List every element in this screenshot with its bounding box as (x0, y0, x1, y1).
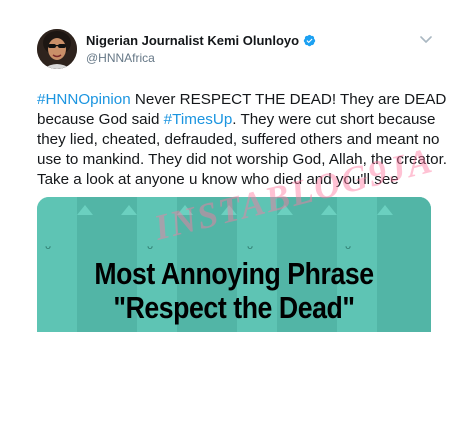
page: Nigerian Journalist Kemi Olunloyo @HNNAf… (0, 0, 469, 427)
author-name[interactable]: Nigerian Journalist Kemi Olunloyo (86, 33, 299, 48)
tweet-text-segment: Never RESPECT THE DEAD! They are DEAD (130, 91, 447, 108)
svg-text:ᴗ: ᴗ (147, 241, 153, 252)
svg-text:ᴗ: ᴗ (345, 241, 351, 252)
svg-text:ᴗ: ᴗ (247, 241, 253, 252)
tweet-text-segment: they lied, cheated, defrauded, suffered … (37, 131, 440, 148)
avatar-photo (37, 29, 77, 69)
media-title-line2: "Respect the Dead" (113, 290, 355, 325)
tweet-text-segment: use to mankind. They did not worship God… (37, 151, 448, 168)
tweet-text: #HNNOpinion Never RESPECT THE DEAD! They… (37, 90, 447, 190)
hashtag-link[interactable]: #HNNOpinion (37, 91, 131, 108)
tweet-text-line: Take a look at anyone u know who died an… (37, 170, 442, 190)
tweet-text-line: #HNNOpinion Never RESPECT THE DEAD! They… (37, 90, 446, 110)
hashtag-link[interactable]: #TimesUp (164, 111, 233, 128)
tweet-text-segment: Take a look at anyone u know who died an… (37, 171, 399, 188)
tweet-text-segment: because God said (37, 111, 164, 128)
tweet-media-image[interactable]: ᴗ ᴗ ᴗ ᴗ Most Annoying Phrase "Respect th… (37, 197, 431, 332)
author-handle[interactable]: @HNNAfrica (86, 51, 155, 65)
tweet-text-line: because God said #TimesUp. They were cut… (37, 110, 442, 130)
media-title-line1: Most Annoying Phrase (94, 256, 374, 291)
tweet-text-line: they lied, cheated, defrauded, suffered … (37, 130, 442, 150)
author-name-row[interactable]: Nigerian Journalist Kemi Olunloyo (86, 33, 316, 48)
tweet-text-line: use to mankind. They did not worship God… (37, 150, 447, 170)
tweet-text-segment: . They were cut short because (232, 111, 436, 128)
tweet-card: Nigerian Journalist Kemi Olunloyo @HNNAf… (0, 0, 469, 427)
avatar[interactable] (37, 29, 77, 69)
verified-badge-icon (303, 34, 316, 47)
svg-text:ᴗ: ᴗ (45, 241, 51, 252)
chevron-down-icon[interactable] (420, 36, 432, 44)
